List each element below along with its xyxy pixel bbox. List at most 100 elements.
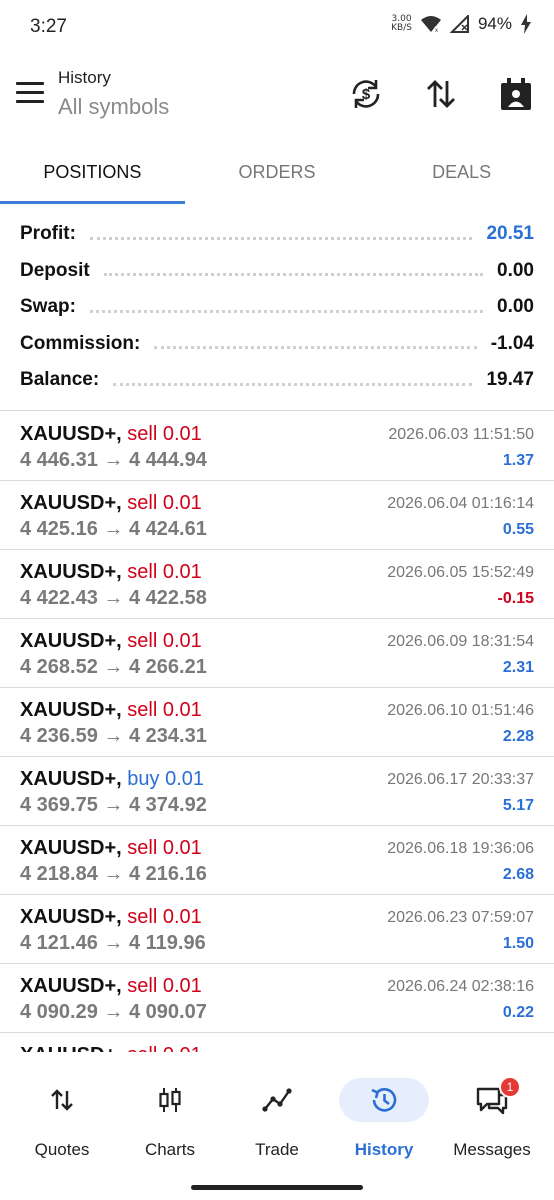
nav-label: History <box>354 1140 414 1159</box>
symbol: XAUUSD+, <box>20 423 122 445</box>
tab-positions[interactable]: POSITIONS <box>0 140 185 204</box>
nav-label: Trade <box>255 1140 299 1159</box>
position-profit: 5.17 <box>502 797 534 814</box>
position-title: XAUUSD+, sell 0.01 <box>20 1044 202 1052</box>
position-profit: 2.31 <box>502 659 534 676</box>
page-title: History <box>58 68 111 87</box>
list-item[interactable]: XAUUSD+, buy 0.01 4 369.75 → 4 374.92 20… <box>0 757 554 826</box>
sort-icon[interactable] <box>421 74 461 114</box>
tab-deals[interactable]: DEALS <box>369 140 554 204</box>
close-time: 2026.06.03 11:51:50 <box>388 426 534 443</box>
position-title: XAUUSD+, sell 0.01 <box>20 561 202 584</box>
summary-row-balance: Balance: 19.47 <box>0 362 554 399</box>
position-profit: 0.55 <box>502 521 534 538</box>
price-range: 4 268.52 → 4 266.21 <box>20 656 207 678</box>
symbol-filter[interactable]: All symbols <box>58 94 169 120</box>
position-title: XAUUSD+, sell 0.01 <box>20 492 202 515</box>
dotted-leader <box>103 273 484 277</box>
list-item[interactable]: XAUUSD+, sell 0.01 4 090.29 → 4 090.07 2… <box>0 964 554 1033</box>
close-time: 2026.06.09 18:31:54 <box>387 633 534 650</box>
commission-value: -1.04 <box>490 332 534 354</box>
list-item[interactable]: XAUUSD+, sell 0.01 4 268.52 → 4 266.21 2… <box>0 619 554 688</box>
close-time: 2026.06.24 02:38:16 <box>387 978 534 995</box>
position-profit: 1.37 <box>502 452 534 469</box>
position-profit: 2.68 <box>502 866 534 883</box>
position-title: XAUUSD+, sell 0.01 <box>20 423 202 446</box>
candlestick-icon <box>159 1088 181 1112</box>
side-volume: sell 0.01 <box>127 561 202 583</box>
dotted-leader <box>89 236 473 240</box>
profit-value: 20.51 <box>486 223 534 245</box>
close-time: 2026.06.17 20:33:37 <box>387 771 534 788</box>
side-volume: sell 0.01 <box>127 1044 202 1052</box>
status-icons: 3.00 KB/S x 94% <box>391 14 532 34</box>
price-range: 4 369.75 → 4 374.92 <box>20 794 207 816</box>
signal-icon <box>449 15 469 33</box>
price-range: 4 236.59 → 4 234.31 <box>20 725 207 747</box>
side-volume: sell 0.01 <box>127 630 202 652</box>
side-volume: buy 0.01 <box>127 768 204 790</box>
history-tabs: POSITIONS ORDERS DEALS <box>0 140 554 204</box>
position-profit: -0.15 <box>497 590 534 607</box>
commission-label: Commission: <box>20 332 141 354</box>
close-time: 2026.06.04 01:16:14 <box>387 495 534 512</box>
status-time: 3:27 <box>30 16 67 37</box>
profit-label: Profit: <box>20 223 76 245</box>
symbol: XAUUSD+, <box>20 768 122 790</box>
nav-messages[interactable]: 1 Messages <box>438 1076 546 1168</box>
price-range: 4 121.46 → 4 119.96 <box>20 932 206 954</box>
price-range: 4 425.16 → 4 424.61 <box>20 518 207 540</box>
symbol: XAUUSD+, <box>20 837 122 859</box>
swap-label: Swap: <box>20 296 76 318</box>
position-title: XAUUSD+, sell 0.01 <box>20 975 202 998</box>
balance-label: Balance: <box>20 369 100 391</box>
list-item[interactable]: XAUUSD+, sell 0.01 4 218.84 → 4 216.16 2… <box>0 826 554 895</box>
price-range: 4 422.43 → 4 422.58 <box>20 587 207 609</box>
currency-sync-icon[interactable]: $ <box>346 74 386 114</box>
position-title: XAUUSD+, sell 0.01 <box>20 906 202 929</box>
charging-icon <box>521 14 531 34</box>
dotted-leader <box>113 382 473 386</box>
summary-row-profit: Profit: 20.51 <box>0 216 554 253</box>
symbol: XAUUSD+, <box>20 906 122 928</box>
nav-quotes[interactable]: Quotes <box>8 1078 116 1168</box>
summary-divider <box>0 410 554 411</box>
position-title: XAUUSD+, sell 0.01 <box>20 837 202 860</box>
position-title: XAUUSD+, buy 0.01 <box>20 768 204 791</box>
side-volume: sell 0.01 <box>127 975 202 997</box>
close-time: 2026.06.05 15:52:49 <box>387 564 534 581</box>
side-volume: sell 0.01 <box>127 423 202 445</box>
svg-text:$: $ <box>362 86 371 103</box>
nav-trade[interactable]: Trade <box>223 1078 331 1168</box>
tab-orders[interactable]: ORDERS <box>185 140 370 204</box>
close-time: 2026.06.18 19:36:06 <box>387 840 534 857</box>
battery-percent: 94% <box>477 14 512 33</box>
nav-icon-container: 1 <box>447 1076 537 1122</box>
symbol: XAUUSD+, <box>20 492 122 514</box>
calendar-icon[interactable] <box>496 74 536 114</box>
nav-history[interactable]: History <box>330 1078 438 1168</box>
close-time: 2026.06.23 07:59:07 <box>387 909 534 926</box>
status-bar: 3:27 3.00 KB/S x 94% <box>0 0 554 54</box>
menu-icon[interactable] <box>16 82 44 104</box>
list-item[interactable]: XAUUSD+, sell 0.01 4 121.46 → 4 119.96 2… <box>0 895 554 964</box>
deposit-label: Deposit <box>20 259 90 281</box>
wifi-icon: x <box>420 16 441 33</box>
summary-row-swap: Swap: 0.00 <box>0 289 554 326</box>
list-item[interactable]: XAUUSD+, sell 0.01 4 422.43 → 4 422.58 2… <box>0 550 554 619</box>
symbol: XAUUSD+, <box>20 975 122 997</box>
symbol: XAUUSD+, <box>20 699 122 721</box>
symbol: XAUUSD+, <box>20 630 122 652</box>
nav-icon-container <box>17 1078 107 1122</box>
home-indicator[interactable] <box>191 1185 363 1190</box>
positions-list[interactable]: XAUUSD+, sell 0.01 4 446.31 → 4 444.94 2… <box>0 412 554 1052</box>
list-item[interactable]: XAUUSD+, sell 0.01 4 446.31 → 4 444.94 2… <box>0 412 554 481</box>
list-item[interactable]: XAUUSD+, sell 0.01 4 425.16 → 4 424.61 2… <box>0 481 554 550</box>
balance-value: 19.47 <box>486 369 534 391</box>
price-range: 4 446.31 → 4 444.94 <box>20 449 207 471</box>
list-item[interactable]: XAUUSD+, sell 0.01 4 236.59 → 4 234.31 2… <box>0 688 554 757</box>
list-item[interactable]: XAUUSD+, sell 0.01 <box>0 1033 554 1052</box>
position-profit: 1.50 <box>502 935 534 952</box>
svg-text:x: x <box>435 28 438 33</box>
nav-charts[interactable]: Charts <box>116 1078 224 1168</box>
